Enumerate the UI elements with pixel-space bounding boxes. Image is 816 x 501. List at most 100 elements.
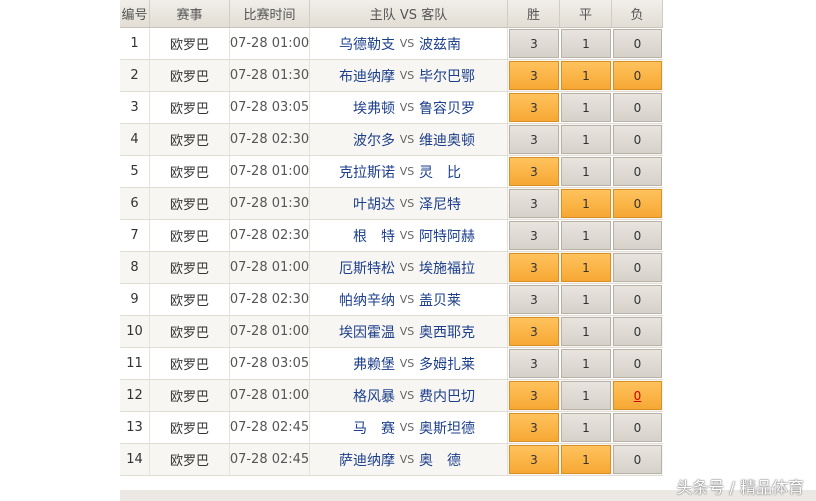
win-option-button[interactable]: 3 [509, 285, 559, 314]
loss-cell: 0 [612, 220, 663, 251]
draw-option-button[interactable]: 1 [561, 381, 611, 410]
win-option-button[interactable]: 3 [509, 157, 559, 186]
win-cell: 3 [508, 220, 560, 251]
row-number: 2 [120, 60, 150, 91]
header-win: 胜 [508, 0, 560, 27]
match-teams: 波尔多 VS 维迪奥顿 [310, 124, 508, 155]
win-cell: 3 [508, 188, 560, 219]
win-option-button[interactable]: 3 [509, 445, 559, 474]
draw-option-button[interactable]: 1 [561, 125, 611, 154]
match-teams: 根 特 VS 阿特阿赫 [310, 220, 508, 251]
win-cell: 3 [508, 444, 560, 475]
draw-cell: 1 [560, 316, 612, 347]
win-option-button[interactable]: 3 [509, 413, 559, 442]
header-no: 编号 [120, 0, 150, 27]
competition-name: 欧罗巴 [150, 188, 230, 219]
win-option-button[interactable]: 3 [509, 221, 559, 250]
win-option-button[interactable]: 3 [509, 93, 559, 122]
competition-name: 欧罗巴 [150, 348, 230, 379]
draw-cell: 1 [560, 380, 612, 411]
win-option-button[interactable]: 3 [509, 189, 559, 218]
draw-option-button[interactable]: 1 [561, 349, 611, 378]
loss-option-button[interactable]: 0 [613, 221, 662, 250]
match-teams: 克拉斯诺 VS 灵 比 [310, 156, 508, 187]
table-row: 5 欧罗巴 07-28 01:00 克拉斯诺 VS 灵 比 310 [120, 156, 663, 188]
draw-cell: 1 [560, 220, 612, 251]
loss-option-button[interactable]: 0 [613, 349, 662, 378]
draw-option-button[interactable]: 1 [561, 285, 611, 314]
competition-name: 欧罗巴 [150, 284, 230, 315]
match-teams: 弗赖堡 VS 多姆扎莱 [310, 348, 508, 379]
loss-option-button[interactable]: 0 [613, 413, 662, 442]
table-row: 12 欧罗巴 07-28 01:00 格风暴 VS 费内巴切 3 1 0 [120, 380, 663, 412]
draw-option-button[interactable]: 1 [561, 413, 611, 442]
draw-option-button[interactable]: 1 [561, 189, 611, 218]
table-header: 编号 赛事 比赛时间 主队 VS 客队 胜 平 负 [120, 0, 663, 28]
match-teams: 埃因霍温 VS 奥西耶克 [310, 316, 508, 347]
away-team: 费内巴切 [419, 388, 475, 405]
away-team: 盖贝莱 [419, 292, 461, 309]
away-team: 阿特阿赫 [419, 228, 475, 245]
header-draw: 平 [560, 0, 612, 27]
away-team: 鲁容贝罗 [419, 100, 475, 117]
competition-name: 欧罗巴 [150, 220, 230, 251]
loss-cell: 0 [612, 380, 663, 411]
win-option-button[interactable]: 3 [509, 125, 559, 154]
loss-option-button[interactable]: 0 [613, 93, 662, 122]
draw-option-button[interactable]: 1 [561, 157, 611, 186]
win-option-button[interactable]: 3 [509, 29, 559, 58]
match-time: 07-28 01:00 [230, 28, 310, 59]
win-option-button[interactable]: 3 [509, 253, 559, 282]
loss-option-button[interactable]: 0 [613, 29, 662, 58]
table-row: 1 欧罗巴 07-28 01:00 乌德勒支 VS 波兹南 3 1 0 [120, 28, 663, 60]
draw-option-button[interactable]: 1 [561, 445, 611, 474]
home-team: 叶胡达 [353, 196, 395, 213]
home-team: 格风暴 [353, 388, 395, 405]
win-cell: 3 [508, 348, 560, 379]
loss-option-button[interactable]: 0 [613, 381, 662, 410]
competition-name: 欧罗巴 [150, 252, 230, 283]
row-number: 4 [120, 124, 150, 155]
draw-option-button[interactable]: 1 [561, 29, 611, 58]
loss-option-button[interactable]: 0 [613, 125, 662, 154]
draw-option-button[interactable]: 1 [561, 317, 611, 346]
draw-option-button[interactable]: 1 [561, 93, 611, 122]
competition-name: 欧罗巴 [150, 380, 230, 411]
loss-option-button[interactable]: 0 [613, 253, 662, 282]
draw-option-button[interactable]: 1 [561, 221, 611, 250]
win-option-button[interactable]: 3 [509, 317, 559, 346]
loss-cell: 0 [612, 156, 663, 187]
win-option-button[interactable]: 3 [509, 381, 559, 410]
loss-option-button[interactable]: 0 [613, 61, 662, 90]
row-number: 7 [120, 220, 150, 251]
loss-option-button[interactable]: 0 [613, 285, 662, 314]
vs-label: VS [399, 453, 415, 466]
loss-option-button[interactable]: 0 [613, 189, 662, 218]
win-option-button[interactable]: 3 [509, 61, 559, 90]
match-time: 07-28 02:45 [230, 444, 310, 475]
loss-cell: 0 [612, 28, 663, 59]
away-team: 埃施福拉 [419, 260, 475, 277]
away-team: 奥 德 [419, 452, 461, 469]
loss-option-button[interactable]: 0 [613, 157, 662, 186]
vs-label: VS [399, 261, 415, 274]
loss-cell: 0 [612, 124, 663, 155]
loss-option-button[interactable]: 0 [613, 317, 662, 346]
header-loss: 负 [612, 0, 663, 27]
home-team: 帕纳辛纳 [339, 292, 395, 309]
match-time: 07-28 03:05 [230, 348, 310, 379]
table-row: 6 欧罗巴 07-28 01:30 叶胡达 VS 泽尼特 3 1 0 [120, 188, 663, 220]
win-cell: 3 [508, 284, 560, 315]
draw-option-button[interactable]: 1 [561, 61, 611, 90]
row-number: 3 [120, 92, 150, 123]
vs-label: VS [399, 69, 415, 82]
away-team: 波兹南 [419, 36, 461, 53]
win-option-button[interactable]: 3 [509, 349, 559, 378]
home-team: 弗赖堡 [353, 356, 395, 373]
header-competition: 赛事 [150, 0, 230, 27]
match-time: 07-28 01:00 [230, 156, 310, 187]
draw-option-button[interactable]: 1 [561, 253, 611, 282]
loss-option-button[interactable]: 0 [613, 445, 662, 474]
vs-label: VS [399, 389, 415, 402]
watermark: 头条号 / 精品体育 [676, 478, 804, 497]
